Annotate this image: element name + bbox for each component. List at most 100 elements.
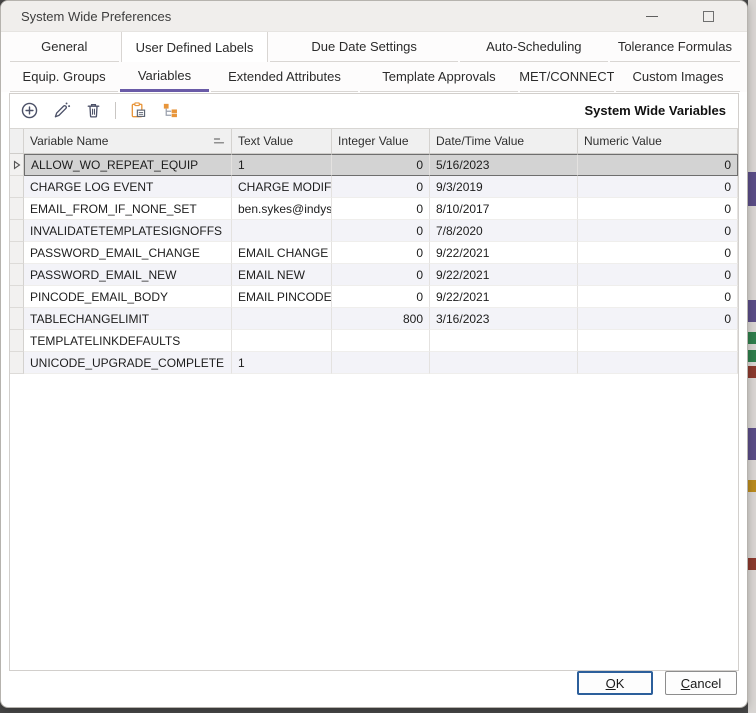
variable-name-cell: TABLECHANGELIMIT — [24, 308, 232, 330]
variable-name-cell: EMAIL_FROM_IF_NONE_SET — [24, 198, 232, 220]
tab-user-defined-labels[interactable]: User Defined Labels — [121, 32, 269, 62]
tab-tolerance-formulas[interactable]: Tolerance Formulas — [610, 32, 740, 62]
row-indicator — [10, 286, 24, 308]
datetime-value-cell: 9/22/2021 — [430, 242, 578, 264]
variables-tab-page: System Wide Variables Variable Name Text… — [9, 93, 739, 671]
numeric-value-cell: 0 — [578, 220, 738, 242]
text-value-cell: EMAIL CHANGE — [232, 242, 332, 264]
delete-icon — [84, 101, 103, 120]
tab-template-approvals[interactable]: Template Approvals — [360, 62, 517, 92]
table-row[interactable]: UNICODE_UPGRADE_COMPLETE 1 — [10, 352, 738, 374]
row-indicator — [10, 176, 24, 198]
text-value-cell: 1 — [232, 352, 332, 374]
tab-met-connect[interactable]: MET/CONNECT — [520, 62, 614, 92]
tree-view-icon — [161, 101, 180, 120]
datetime-value-cell: 9/3/2019 — [430, 176, 578, 198]
datetime-value-cell: 3/16/2023 — [430, 308, 578, 330]
integer-value-cell: 0 — [332, 198, 430, 220]
integer-value-cell — [332, 330, 430, 352]
minimize-button[interactable] — [639, 5, 665, 27]
ok-button[interactable]: OK — [577, 671, 653, 695]
toolbar-separator — [115, 102, 116, 119]
variable-name-cell: ALLOW_WO_REPEAT_EQUIP — [24, 154, 232, 176]
add-icon — [20, 101, 39, 120]
tab-custom-images[interactable]: Custom Images — [616, 62, 740, 92]
delete-variable-button[interactable] — [80, 98, 106, 122]
numeric-value-cell: 0 — [578, 242, 738, 264]
text-value-cell: ben.sykes@indyso — [232, 198, 332, 220]
row-indicator — [10, 264, 24, 286]
column-header-text-value[interactable]: Text Value — [232, 129, 332, 153]
table-row[interactable]: ALLOW_WO_REPEAT_EQUIP 1 0 5/16/2023 0 — [10, 154, 738, 176]
numeric-value-cell: 0 — [578, 264, 738, 286]
table-row[interactable]: PINCODE_EMAIL_BODY EMAIL PINCODE 0 9/22/… — [10, 286, 738, 308]
row-indicator — [10, 330, 24, 352]
text-value-cell — [232, 220, 332, 242]
maximize-button[interactable] — [695, 5, 721, 27]
integer-value-cell: 0 — [332, 176, 430, 198]
text-value-cell: 1 — [232, 154, 332, 176]
datetime-value-cell: 8/10/2017 — [430, 198, 578, 220]
datetime-value-cell — [430, 352, 578, 374]
tree-view-button[interactable] — [157, 98, 183, 122]
table-row[interactable]: PASSWORD_EMAIL_NEW EMAIL NEW 0 9/22/2021… — [10, 264, 738, 286]
variable-name-cell: PINCODE_EMAIL_BODY — [24, 286, 232, 308]
variable-name-cell: TEMPLATELINKDEFAULTS — [24, 330, 232, 352]
integer-value-cell: 0 — [332, 154, 430, 176]
variable-name-cell: CHARGE LOG EVENT — [24, 176, 232, 198]
datetime-value-cell: 5/16/2023 — [430, 154, 578, 176]
tab-extended-attributes[interactable]: Extended Attributes — [211, 62, 359, 92]
edit-variable-button[interactable] — [48, 98, 74, 122]
row-indicator — [10, 242, 24, 264]
column-header-numeric-value[interactable]: Numeric Value — [578, 129, 738, 153]
indicator-header-cell — [10, 129, 24, 153]
panel-title: System Wide Variables — [584, 103, 730, 118]
row-indicator — [10, 352, 24, 374]
variable-name-cell: PASSWORD_EMAIL_NEW — [24, 264, 232, 286]
numeric-value-cell: 0 — [578, 286, 738, 308]
datetime-value-cell — [430, 330, 578, 352]
tab-variables[interactable]: Variables — [120, 62, 209, 92]
datetime-value-cell: 7/8/2020 — [430, 220, 578, 242]
tab-auto-scheduling[interactable]: Auto-Scheduling — [460, 32, 608, 62]
numeric-value-cell: 0 — [578, 198, 738, 220]
system-wide-preferences-dialog: System Wide Preferences General User Def… — [0, 0, 748, 708]
edit-icon — [52, 101, 71, 120]
column-header-variable-name[interactable]: Variable Name — [24, 129, 232, 153]
grid-header-row: Variable Name Text Value Integer Value D… — [10, 128, 738, 154]
text-value-cell — [232, 330, 332, 352]
integer-value-cell: 0 — [332, 264, 430, 286]
table-row[interactable]: CHARGE LOG EVENT CHARGE MODIFIC 0 9/3/20… — [10, 176, 738, 198]
table-row[interactable]: EMAIL_FROM_IF_NONE_SET ben.sykes@indyso … — [10, 198, 738, 220]
paste-button[interactable] — [125, 98, 151, 122]
variables-toolbar: System Wide Variables — [10, 94, 738, 126]
column-header-integer-value[interactable]: Integer Value — [332, 129, 430, 153]
tab-due-date-settings[interactable]: Due Date Settings — [270, 32, 457, 62]
background-window-sliver — [748, 0, 756, 713]
text-value-cell: EMAIL PINCODE — [232, 286, 332, 308]
row-indicator — [10, 154, 24, 176]
grid-body: ALLOW_WO_REPEAT_EQUIP 1 0 5/16/2023 0 CH… — [10, 154, 738, 374]
numeric-value-cell — [578, 330, 738, 352]
table-row[interactable]: TEMPLATELINKDEFAULTS — [10, 330, 738, 352]
integer-value-cell: 800 — [332, 308, 430, 330]
row-indicator — [10, 308, 24, 330]
tab-equip-groups[interactable]: Equip. Groups — [10, 62, 118, 92]
table-row[interactable]: PASSWORD_EMAIL_CHANGE EMAIL CHANGE 0 9/2… — [10, 242, 738, 264]
window-title: System Wide Preferences — [1, 9, 639, 24]
cancel-button[interactable]: Cancel — [665, 671, 737, 695]
secondary-tab-strip: Equip. Groups Variables Extended Attribu… — [1, 62, 747, 92]
integer-value-cell: 0 — [332, 286, 430, 308]
column-header-datetime-value[interactable]: Date/Time Value — [430, 129, 578, 153]
numeric-value-cell: 0 — [578, 308, 738, 330]
add-variable-button[interactable] — [16, 98, 42, 122]
maximize-icon — [703, 11, 714, 22]
table-row[interactable]: INVALIDATETEMPLATESIGNOFFS 0 7/8/2020 0 — [10, 220, 738, 242]
table-row[interactable]: TABLECHANGELIMIT 800 3/16/2023 0 — [10, 308, 738, 330]
datetime-value-cell: 9/22/2021 — [430, 264, 578, 286]
integer-value-cell — [332, 352, 430, 374]
text-value-cell: CHARGE MODIFIC — [232, 176, 332, 198]
tab-general[interactable]: General — [10, 32, 119, 62]
variable-name-cell: UNICODE_UPGRADE_COMPLETE — [24, 352, 232, 374]
text-value-cell — [232, 308, 332, 330]
